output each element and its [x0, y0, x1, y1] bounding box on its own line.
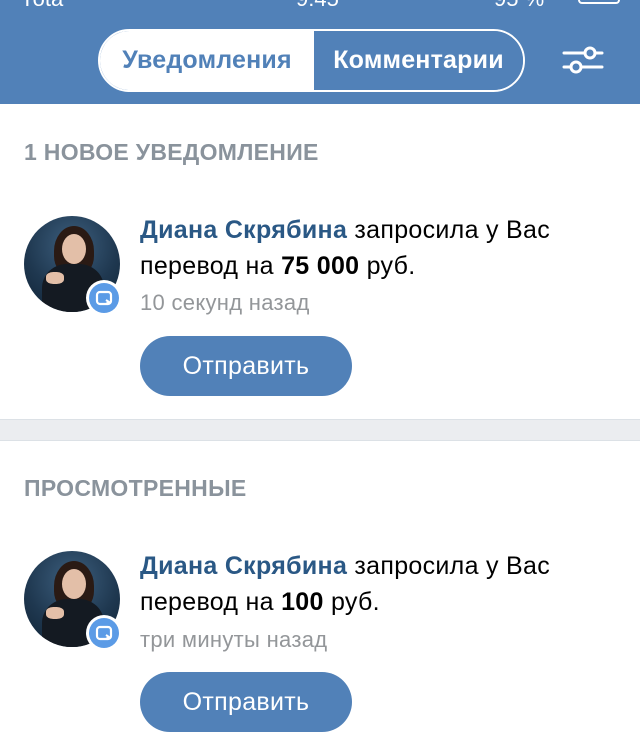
top-bar: Yota 9:45 95 % Уведомления Комментарии	[0, 0, 640, 104]
transfer-badge	[86, 280, 122, 316]
notification-time: 10 секунд назад	[140, 290, 310, 315]
sender-name-link[interactable]: Диана Скрябина	[140, 552, 347, 580]
currency-label: руб.	[323, 588, 380, 616]
transfer-amount: 75 000	[281, 252, 360, 280]
notification-time: три минуты назад	[140, 627, 328, 652]
tab-notifications[interactable]: Уведомления	[100, 31, 314, 90]
carrier-label: Yota	[20, 0, 63, 12]
filter-button[interactable]	[560, 40, 606, 80]
status-bar: Yota 9:45 95 %	[0, 0, 640, 11]
notifications-segmented-control: Уведомления Комментарии	[98, 29, 525, 92]
sliders-icon	[562, 46, 604, 74]
section-title-viewed: ПРОСМОТРЕННЫЕ	[24, 475, 247, 501]
send-button[interactable]: Отправить	[140, 672, 352, 732]
send-button[interactable]: Отправить	[140, 336, 352, 396]
tab-comments[interactable]: Комментарии	[314, 31, 523, 90]
notification-text: Диана Скрябина запросила у Вас перевод н…	[140, 548, 620, 620]
battery-icon	[578, 0, 620, 4]
status-time: 9:45	[296, 0, 339, 12]
section-divider	[0, 419, 640, 441]
battery-percent: 95 %	[494, 0, 544, 12]
transfer-icon	[95, 625, 113, 641]
transfer-badge	[86, 615, 122, 651]
sender-name-link[interactable]: Диана Скрябина	[140, 216, 347, 244]
transfer-amount: 100	[281, 588, 324, 616]
currency-label: руб.	[359, 252, 416, 280]
notification-text: Диана Скрябина запросила у Вас перевод н…	[140, 212, 620, 284]
transfer-icon	[95, 290, 113, 306]
section-title-new: 1 НОВОЕ УВЕДОМЛЕНИЕ	[24, 139, 319, 165]
